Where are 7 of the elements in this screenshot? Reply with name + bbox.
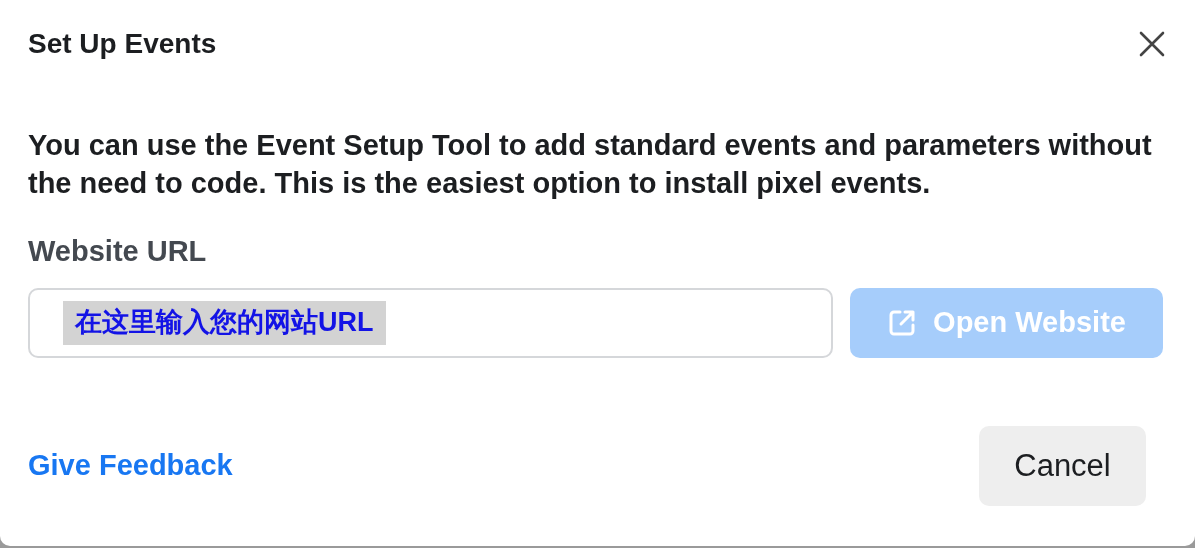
- field-label: Website URL: [28, 234, 207, 269]
- dialog-title: Set Up Events: [28, 27, 217, 61]
- cancel-button[interactable]: Cancel: [979, 426, 1146, 506]
- give-feedback-link[interactable]: Give Feedback: [28, 444, 233, 488]
- close-icon[interactable]: [1139, 31, 1165, 57]
- description: You can use the Event Setup Tool to add standard events and parameters without the need to code. This is the easiest option to install pixel events.: [28, 128, 1153, 201]
- url-input-field[interactable]: 在这里输入您的网站URL: [28, 287, 833, 358]
